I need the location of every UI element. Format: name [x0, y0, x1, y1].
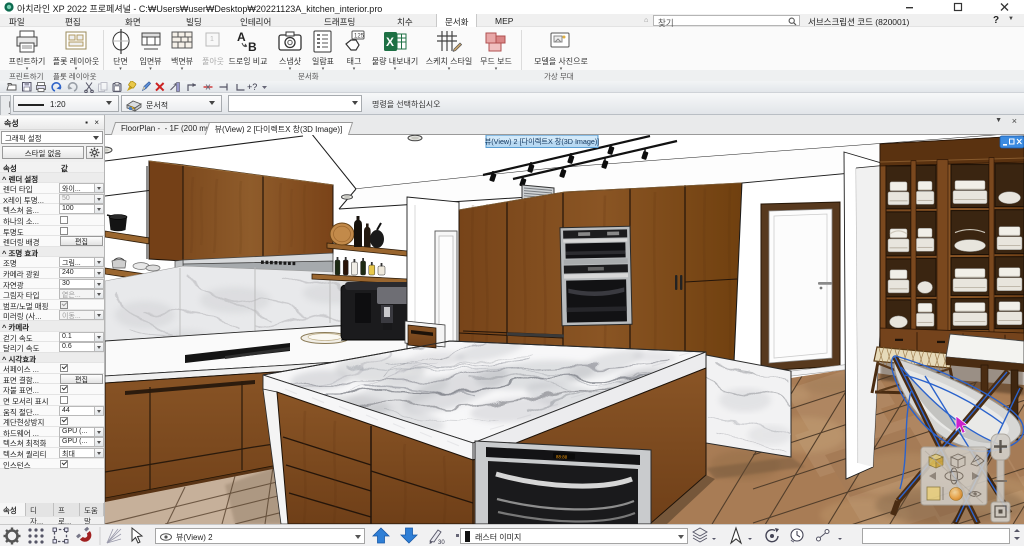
svg-text:30: 30 [438, 540, 445, 546]
svg-text:뷰(View) 2 [다이렉트X 창(3D Image)]: 뷰(View) 2 [다이렉트X 창(3D Image)] [485, 137, 600, 146]
svg-text:+?: +? [247, 82, 257, 92]
svg-text:88:88: 88:88 [556, 454, 568, 460]
svg-text:B: B [248, 40, 257, 54]
svg-text:A: A [237, 30, 246, 44]
svg-text:125: 125 [354, 34, 365, 40]
svg-text:1: 1 [210, 36, 214, 43]
svg-text:X: X [386, 35, 394, 49]
svg-text:보기: 보기 [8, 101, 12, 115]
